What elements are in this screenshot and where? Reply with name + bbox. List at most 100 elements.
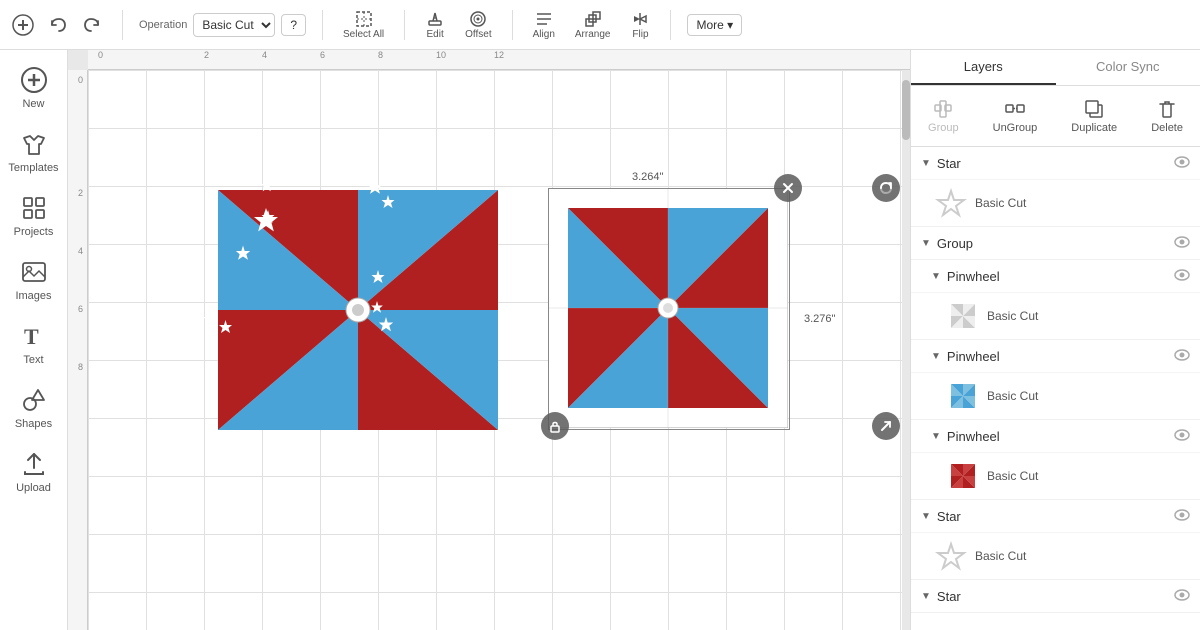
- chevron-pinwheel-red: ▼: [931, 431, 941, 442]
- delete-button[interactable]: Delete: [1143, 94, 1191, 138]
- layer-star-2-sub[interactable]: Basic Cut: [911, 532, 1200, 579]
- group-icon: [932, 98, 954, 120]
- canvas-content[interactable]: 3.264" 3.276": [88, 70, 910, 630]
- arrange-button[interactable]: Arrange: [571, 5, 615, 44]
- scroll-track[interactable]: [902, 70, 910, 630]
- panel-tabs: Layers Color Sync: [911, 50, 1200, 86]
- pinwheel-red-group: ▼ Pinwheel: [911, 419, 1200, 499]
- pinwheel-red-thumb: [947, 460, 979, 492]
- pinwheel-blue-group: ▼ Pinwheel: [911, 339, 1200, 419]
- pinwheel-red-header[interactable]: ▼ Pinwheel: [911, 420, 1200, 452]
- sidebar-item-images[interactable]: Images: [4, 250, 64, 310]
- help-button[interactable]: ?: [281, 14, 306, 36]
- group-button[interactable]: Group: [920, 94, 967, 138]
- duplicate-button[interactable]: Duplicate: [1063, 94, 1125, 138]
- sidebar-shapes-label: Shapes: [15, 418, 52, 430]
- visibility-pinwheel-red[interactable]: [1174, 428, 1190, 444]
- resize-handle[interactable]: [872, 412, 900, 440]
- chevron-group-icon: ▼: [921, 238, 931, 249]
- select-all-group: Select All: [339, 5, 388, 44]
- layer-star-1: ▼ Star Basic Cut: [911, 147, 1200, 227]
- group-name: Group: [937, 236, 1168, 251]
- new-button[interactable]: [8, 10, 38, 40]
- star-3-name: Star: [937, 589, 1168, 604]
- layer-star-3-header[interactable]: ▼ Star: [911, 580, 1200, 612]
- visibility-pinwheel-blue[interactable]: [1174, 348, 1190, 364]
- sidebar-item-shapes[interactable]: Shapes: [4, 378, 64, 438]
- ungroup-button[interactable]: UnGroup: [985, 94, 1046, 138]
- ungroup-icon: [1004, 98, 1026, 120]
- visibility-group[interactable]: [1174, 235, 1190, 251]
- sidebar-projects-label: Projects: [14, 226, 54, 238]
- lock-handle[interactable]: [541, 412, 569, 440]
- sidebar-item-new[interactable]: New: [4, 58, 64, 118]
- star-outline-2-thumb: [935, 540, 967, 572]
- large-pinwheel[interactable]: [188, 130, 528, 490]
- upload-icon: [20, 450, 48, 478]
- duplicate-icon: [1083, 98, 1105, 120]
- sidebar-images-label: Images: [15, 290, 51, 302]
- pinwheel-gray-cut: Basic Cut: [987, 309, 1190, 323]
- sidebar-item-upload[interactable]: Upload: [4, 442, 64, 502]
- layer-star-2-header[interactable]: ▼ Star: [911, 500, 1200, 532]
- ruler-horizontal: 0 2 4 6 8 10 12: [88, 50, 910, 70]
- toolbar: Operation Basic Cut ? Select All Edit Of…: [0, 0, 1200, 50]
- star-outline-thumb: [935, 187, 967, 219]
- visibility-star-1[interactable]: [1174, 155, 1190, 171]
- align-button[interactable]: Align: [529, 5, 559, 44]
- pinwheel-red-sub[interactable]: Basic Cut: [911, 452, 1200, 499]
- close-handle[interactable]: [774, 174, 802, 202]
- layer-group-header[interactable]: ▼ Group: [911, 227, 1200, 259]
- pinwheel-blue-cut: Basic Cut: [987, 389, 1190, 403]
- flip-label: Flip: [632, 29, 648, 40]
- chevron-pinwheel-blue: ▼: [931, 351, 941, 362]
- arrange-label: Arrange: [575, 29, 611, 40]
- redo-button[interactable]: [78, 11, 106, 39]
- sidebar-item-templates[interactable]: Templates: [4, 122, 64, 182]
- undo-button[interactable]: [44, 11, 72, 39]
- select-all-button[interactable]: Select All: [339, 5, 388, 44]
- rotate-handle[interactable]: [872, 174, 900, 202]
- star-1-cut-label: Basic Cut: [975, 196, 1190, 210]
- flip-button[interactable]: Flip: [626, 5, 654, 44]
- pinwheel-blue-header[interactable]: ▼ Pinwheel: [911, 340, 1200, 372]
- align-label: Align: [533, 29, 555, 40]
- small-pinwheel[interactable]: [548, 188, 788, 428]
- visibility-star-3[interactable]: [1174, 588, 1190, 604]
- visibility-pinwheel-gray[interactable]: [1174, 268, 1190, 284]
- pinwheel-gray-name: Pinwheel: [947, 269, 1168, 284]
- sidebar-new-label: New: [22, 98, 44, 110]
- pinwheel-blue-sub[interactable]: Basic Cut: [911, 372, 1200, 419]
- layer-star-1-header[interactable]: ▼ Star: [911, 147, 1200, 179]
- layer-star-3: ▼ Star: [911, 580, 1200, 613]
- dimension-height: 3.276": [800, 312, 839, 326]
- more-button[interactable]: More ▾: [687, 14, 742, 36]
- panel-toolbar: Group UnGroup Duplicate: [911, 86, 1200, 147]
- ruler-vertical: 0 2 4 6 8: [68, 70, 88, 630]
- scroll-thumb[interactable]: [902, 80, 910, 140]
- sep3: [404, 10, 405, 40]
- dimension-width: 3.264": [628, 170, 667, 184]
- layer-star-1-sub[interactable]: Basic Cut: [911, 179, 1200, 226]
- shapes-icon: [20, 386, 48, 414]
- offset-button[interactable]: Offset: [461, 5, 496, 44]
- pinwheel-gray-sub[interactable]: Basic Cut: [911, 292, 1200, 339]
- operation-select[interactable]: Basic Cut: [193, 13, 275, 37]
- group-label: Group: [928, 122, 959, 134]
- operation-label: Operation: [139, 19, 187, 31]
- delete-icon: [1156, 98, 1178, 120]
- tab-color-sync[interactable]: Color Sync: [1056, 50, 1200, 85]
- sidebar-text-label: Text: [23, 354, 43, 366]
- tab-layers[interactable]: Layers: [911, 50, 1056, 85]
- canvas-area[interactable]: 0 2 4 6 8 10 12 0 2 4 6 8: [68, 50, 910, 630]
- left-sidebar: New Templates Projects Images T Text Sha…: [0, 50, 68, 630]
- edit-button[interactable]: Edit: [421, 5, 449, 44]
- sidebar-item-projects[interactable]: Projects: [4, 186, 64, 246]
- sidebar-item-text[interactable]: T Text: [4, 314, 64, 374]
- chevron-star-3: ▼: [921, 591, 931, 602]
- sep2: [322, 10, 323, 40]
- visibility-star-2[interactable]: [1174, 508, 1190, 524]
- pinwheel-blue-name: Pinwheel: [947, 349, 1168, 364]
- pinwheel-gray-header[interactable]: ▼ Pinwheel: [911, 260, 1200, 292]
- star-2-name: Star: [937, 509, 1168, 524]
